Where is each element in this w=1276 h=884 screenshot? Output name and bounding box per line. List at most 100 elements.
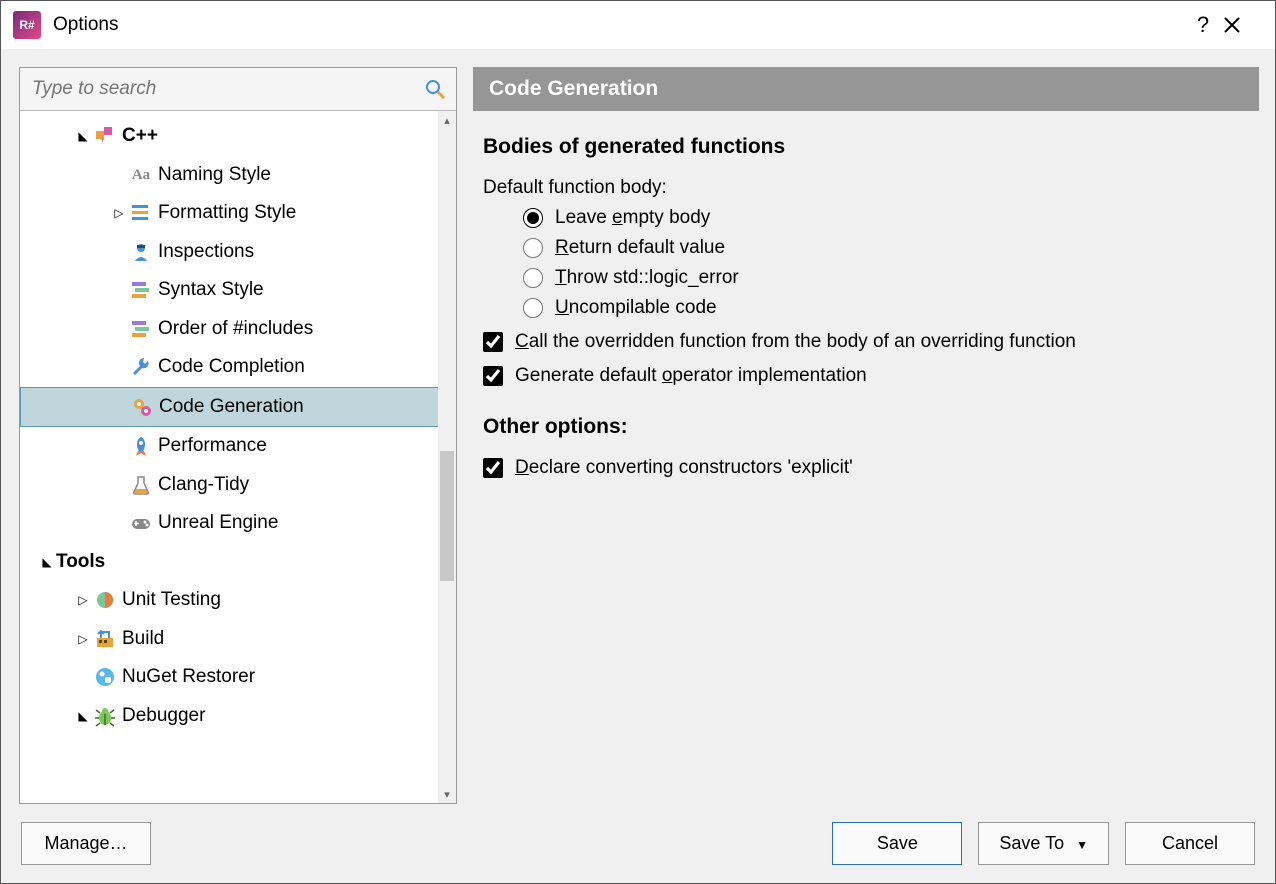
gamepad-icon xyxy=(128,512,154,534)
tree-item-label: C++ xyxy=(122,122,158,151)
circle-icon xyxy=(92,589,118,611)
check-default-operator[interactable]: Generate default operator implementation xyxy=(483,365,1249,387)
chevron-right-icon[interactable]: ▷ xyxy=(110,204,128,222)
save-to-button[interactable]: Save To▼ xyxy=(978,822,1109,865)
tree-item-clang-tidy[interactable]: Clang-Tidy xyxy=(20,466,456,505)
sidebar: ◢ + C++ AaNaming Style ▷ Formatting Style Insp… xyxy=(19,67,457,804)
tree-item-label: Naming Style xyxy=(158,161,271,190)
tree-item-label: Syntax Style xyxy=(158,276,264,305)
tree-item-label: Debugger xyxy=(122,702,205,731)
tree-item-label: Build xyxy=(122,625,164,654)
check-explicit-constructors-box[interactable] xyxy=(483,458,503,478)
svg-text:+: + xyxy=(100,135,105,145)
tree-item-unreal-engine[interactable]: Unreal Engine xyxy=(20,504,456,543)
options-tree[interactable]: ◢ + C++ AaNaming Style ▷ Formatting Style Insp… xyxy=(20,111,456,803)
radio-body-option-2-input[interactable] xyxy=(523,268,543,288)
tree-item-label: Performance xyxy=(158,432,267,461)
tree-item-c-[interactable]: ◢ + C++ xyxy=(20,117,456,156)
radio-body-option-2-label: Throw std::logic_error xyxy=(555,267,739,289)
tree-item-tools[interactable]: ◢Tools xyxy=(20,543,456,582)
tree-item-nuget-restorer[interactable]: NuGet Restorer xyxy=(20,658,456,697)
scrollbar-thumb[interactable] xyxy=(440,451,454,581)
chevron-down-icon[interactable]: ◢ xyxy=(38,553,56,571)
chevron-right-icon[interactable]: ▷ xyxy=(74,630,92,648)
tree-item-performance[interactable]: Performance xyxy=(20,427,456,466)
build-icon xyxy=(92,628,118,650)
titlebar: R# Options ? xyxy=(1,1,1275,49)
default-body-label: Default function body: xyxy=(483,177,1249,199)
check-call-overridden-box[interactable] xyxy=(483,332,503,352)
save-button[interactable]: Save xyxy=(832,822,962,865)
chevron-down-icon[interactable]: ◢ xyxy=(74,127,92,145)
tree-item-code-generation[interactable]: Code Generation xyxy=(20,387,456,428)
check-call-overridden[interactable]: Call the overridden function from the bo… xyxy=(483,331,1249,353)
chevron-down-icon: ▼ xyxy=(1076,838,1088,852)
check-explicit-constructors[interactable]: Declare converting constructors 'explici… xyxy=(483,457,1249,479)
tree-item-label: Clang-Tidy xyxy=(158,471,249,500)
check-explicit-constructors-label: Declare converting constructors 'explici… xyxy=(515,457,853,479)
tree-item-order-of-includes[interactable]: Order of #includes xyxy=(20,310,456,349)
tree-item-debugger[interactable]: ◢ Debugger xyxy=(20,697,456,736)
radio-body-option-0[interactable]: Leave empty body xyxy=(523,207,1249,229)
search-icon[interactable] xyxy=(414,78,456,100)
search-box xyxy=(20,68,456,111)
tree-item-label: Formatting Style xyxy=(158,199,296,228)
syntax-icon xyxy=(128,318,154,340)
radio-body-option-1-input[interactable] xyxy=(523,238,543,258)
radio-body-option-3[interactable]: Uncompilable code xyxy=(523,297,1249,319)
inspector-icon xyxy=(128,241,154,263)
search-input[interactable] xyxy=(20,68,414,110)
formatting-icon xyxy=(128,202,154,224)
section-bodies-title: Bodies of generated functions xyxy=(483,135,1249,159)
tree-item-syntax-style[interactable]: Syntax Style xyxy=(20,271,456,310)
help-button[interactable]: ? xyxy=(1183,12,1223,38)
options-window: R# Options ? ◢ + C++ AaNaming Style ▷ Formatt… xyxy=(0,0,1276,884)
window-title: Options xyxy=(53,14,118,36)
section-other-title: Other options: xyxy=(483,415,1249,439)
radio-body-option-3-label: Uncompilable code xyxy=(555,297,717,319)
manage-button[interactable]: Manage… xyxy=(21,822,151,865)
cancel-button[interactable]: Cancel xyxy=(1125,822,1255,865)
aa-icon: Aa xyxy=(128,164,154,186)
syntax-icon xyxy=(128,279,154,301)
chevron-right-icon[interactable]: ▷ xyxy=(74,591,92,609)
check-call-overridden-label: Call the overridden function from the bo… xyxy=(515,331,1076,353)
flask-icon xyxy=(128,474,154,496)
scroll-up-icon[interactable]: ▴ xyxy=(438,111,456,129)
chevron-down-icon[interactable]: ◢ xyxy=(74,707,92,725)
tree-item-code-completion[interactable]: Code Completion xyxy=(20,348,456,387)
tree-item-build[interactable]: ▷ Build xyxy=(20,620,456,659)
footer: Manage… Save Save To▼ Cancel xyxy=(1,804,1275,883)
tree-item-unit-testing[interactable]: ▷ Unit Testing xyxy=(20,581,456,620)
tree-item-label: NuGet Restorer xyxy=(122,663,255,692)
radio-body-option-3-input[interactable] xyxy=(523,298,543,318)
wrench-icon xyxy=(128,356,154,378)
tree-item-formatting-style[interactable]: ▷ Formatting Style xyxy=(20,194,456,233)
tree-item-label: Unreal Engine xyxy=(158,509,278,538)
tree-item-label: Inspections xyxy=(158,238,254,267)
scroll-down-icon[interactable]: ▾ xyxy=(438,785,456,803)
check-default-operator-box[interactable] xyxy=(483,366,503,386)
gears-icon xyxy=(129,396,155,418)
tree-item-label: Order of #includes xyxy=(158,315,313,344)
tree-item-label: Code Completion xyxy=(158,353,305,382)
app-icon: R# xyxy=(13,11,41,39)
scrollbar[interactable]: ▴ ▾ xyxy=(438,111,456,803)
content-area: ◢ + C++ AaNaming Style ▷ Formatting Style Insp… xyxy=(1,49,1275,804)
cpp-icon: + xyxy=(92,125,118,147)
check-default-operator-label: Generate default operator implementation xyxy=(515,365,867,387)
rocket-icon xyxy=(128,435,154,457)
radio-body-option-0-input[interactable] xyxy=(523,208,543,228)
tree-item-label: Tools xyxy=(56,548,105,577)
default-body-radios: Leave empty body Return default value Thro… xyxy=(523,207,1249,319)
tree-item-inspections[interactable]: Inspections xyxy=(20,233,456,272)
tree-item-naming-style[interactable]: AaNaming Style xyxy=(20,156,456,195)
radio-body-option-1-label: Return default value xyxy=(555,237,725,259)
radio-body-option-1[interactable]: Return default value xyxy=(523,237,1249,259)
panel-header: Code Generation xyxy=(473,67,1259,111)
panel-body: Bodies of generated functions Default fu… xyxy=(473,111,1259,804)
tree-item-label: Unit Testing xyxy=(122,586,221,615)
radio-body-option-2[interactable]: Throw std::logic_error xyxy=(523,267,1249,289)
nuget-icon xyxy=(92,666,118,688)
close-button[interactable] xyxy=(1223,16,1263,34)
